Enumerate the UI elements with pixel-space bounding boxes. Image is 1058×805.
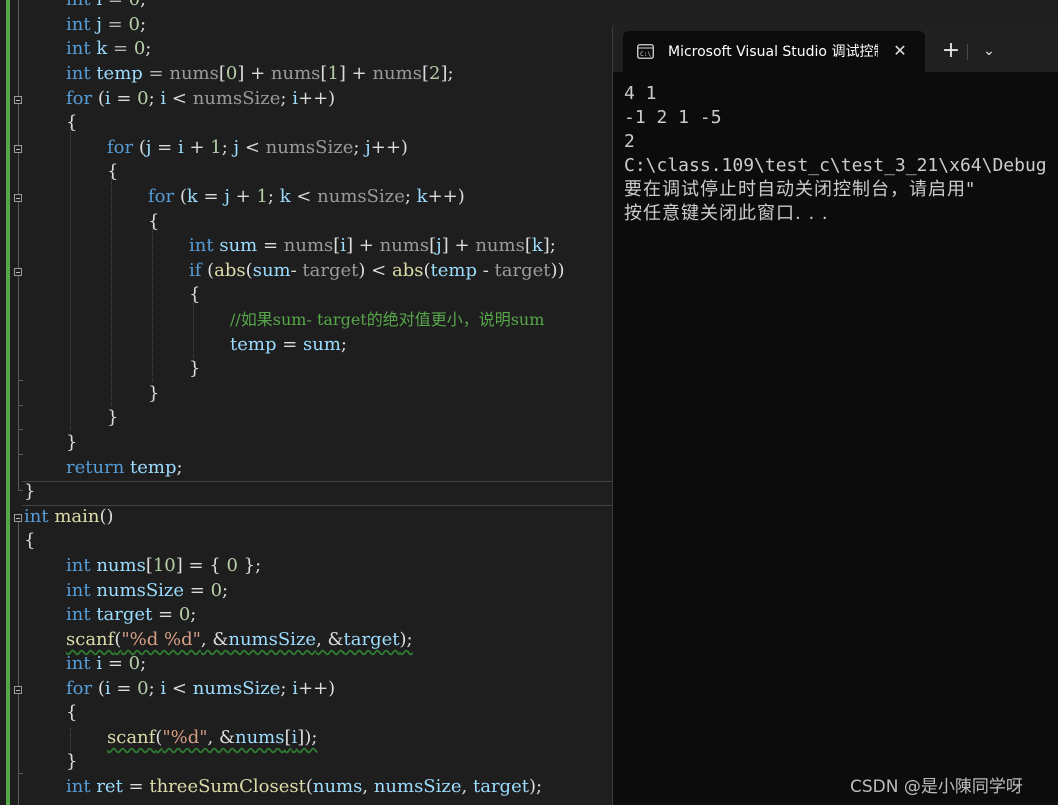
code-line[interactable]: for (j = i + 1; j < numsSize; j++) bbox=[107, 136, 408, 161]
fold-line bbox=[18, 104, 19, 145]
console-output-line: C:\class.109\test_c\test_3_21\x64\Debug bbox=[624, 155, 1047, 176]
indent-guide bbox=[70, 126, 71, 430]
fold-line bbox=[18, 522, 19, 686]
console-output-line: -1 2 1 -5 bbox=[624, 107, 722, 128]
code-line[interactable]: } bbox=[189, 357, 200, 382]
code-line[interactable]: int main() bbox=[24, 505, 114, 530]
code-line[interactable]: } bbox=[24, 480, 35, 505]
code-line[interactable]: { bbox=[189, 283, 200, 308]
debug-console-window[interactable]: C:\ Microsoft Visual Studio 调试控制台 ✕ + ⌄ … bbox=[612, 22, 1058, 805]
indent-guide bbox=[111, 176, 112, 406]
fold-line bbox=[18, 153, 19, 194]
console-output-line: 按任意键关闭此窗口. . . bbox=[624, 203, 829, 224]
code-line[interactable]: int target = 0; bbox=[66, 603, 196, 628]
code-line[interactable]: int ret = threeSumClosest(nums, numsSize… bbox=[66, 775, 542, 800]
fold-toggle-icon[interactable] bbox=[14, 145, 22, 153]
fold-line bbox=[18, 202, 19, 268]
console-tab-title: Microsoft Visual Studio 调试控制台 bbox=[668, 44, 878, 60]
code-line[interactable]: int i = 0; bbox=[66, 652, 146, 677]
code-line[interactable]: int numsSize = 0; bbox=[66, 579, 228, 604]
code-line[interactable]: { bbox=[66, 111, 77, 136]
code-line[interactable]: int temp = nums[0] + nums[1] + nums[2]; bbox=[66, 62, 454, 87]
code-line[interactable]: int i = 0; bbox=[66, 0, 146, 13]
code-line[interactable]: return temp; bbox=[66, 456, 183, 481]
new-tab-icon[interactable]: + bbox=[939, 39, 963, 63]
indent-guide bbox=[193, 299, 194, 358]
fold-toggle-icon[interactable] bbox=[14, 514, 22, 522]
csdn-watermark: CSDN @是小陳同学呀 bbox=[850, 777, 1023, 797]
code-line[interactable]: } bbox=[107, 406, 118, 431]
fold-end-tick bbox=[18, 490, 23, 491]
line-highlight-top bbox=[22, 481, 612, 482]
close-tab-icon[interactable]: ✕ bbox=[888, 39, 912, 63]
fold-toggle-icon[interactable] bbox=[14, 268, 22, 276]
code-line[interactable]: int nums[10] = { 0 }; bbox=[66, 554, 261, 579]
fold-end-tick bbox=[18, 380, 23, 381]
fold-end-tick bbox=[18, 454, 23, 455]
console-tab-bar: C:\ Microsoft Visual Studio 调试控制台 ✕ + ⌄ bbox=[613, 22, 1058, 72]
code-line[interactable]: for (i = 0; i < numsSize; i++) bbox=[66, 677, 335, 702]
code-line[interactable]: int sum = nums[i] + nums[j] + nums[k]; bbox=[189, 234, 556, 259]
code-line[interactable]: { bbox=[66, 701, 77, 726]
code-line[interactable]: { bbox=[24, 529, 35, 554]
code-line[interactable]: int k = 0; bbox=[66, 37, 151, 62]
fold-line bbox=[18, 276, 19, 490]
console-output-line: 4 1 bbox=[624, 83, 657, 104]
chevron-down-icon[interactable]: ⌄ bbox=[977, 39, 1001, 63]
code-line[interactable]: scanf("%d", &nums[i]); bbox=[107, 726, 317, 751]
tab-separator bbox=[967, 44, 968, 60]
fold-toggle-icon[interactable] bbox=[14, 686, 22, 694]
fold-line bbox=[18, 694, 19, 805]
console-output-line: 2 bbox=[624, 131, 635, 152]
code-line[interactable]: temp = sum; bbox=[230, 333, 347, 358]
code-line[interactable]: for (k = j + 1; k < numsSize; k++) bbox=[148, 185, 465, 210]
fold-end-tick bbox=[18, 405, 23, 406]
console-tab[interactable]: C:\ Microsoft Visual Studio 调试控制台 ✕ bbox=[623, 31, 925, 72]
fold-end-tick bbox=[18, 773, 23, 774]
terminal-icon: C:\ bbox=[637, 44, 654, 59]
code-line[interactable]: scanf("%d %d", &numsSize, &target); bbox=[66, 628, 413, 653]
code-line[interactable]: { bbox=[148, 210, 159, 235]
code-line[interactable]: int j = 0; bbox=[66, 13, 146, 38]
code-line[interactable]: for (i = 0; i < numsSize; i++) bbox=[66, 87, 335, 112]
svg-text:C:\: C:\ bbox=[640, 51, 651, 58]
console-output-line: 要在调试停止时自动关闭控制台，请启用" bbox=[624, 179, 976, 200]
indent-guide bbox=[152, 225, 153, 382]
code-comment[interactable]: //如果sum- target的绝对值更小，说明sum bbox=[230, 308, 544, 333]
change-tracking-bar bbox=[6, 0, 10, 805]
code-line[interactable]: } bbox=[148, 382, 159, 407]
code-line[interactable]: } bbox=[66, 750, 77, 775]
fold-line bbox=[18, 0, 19, 96]
code-line[interactable]: } bbox=[66, 431, 77, 456]
fold-toggle-icon[interactable] bbox=[14, 96, 22, 104]
code-line[interactable]: { bbox=[107, 160, 118, 185]
fold-toggle-icon[interactable] bbox=[14, 194, 22, 202]
code-line[interactable]: if (abs(sum- target) < abs(temp - target… bbox=[189, 259, 565, 284]
fold-end-tick bbox=[18, 429, 23, 430]
